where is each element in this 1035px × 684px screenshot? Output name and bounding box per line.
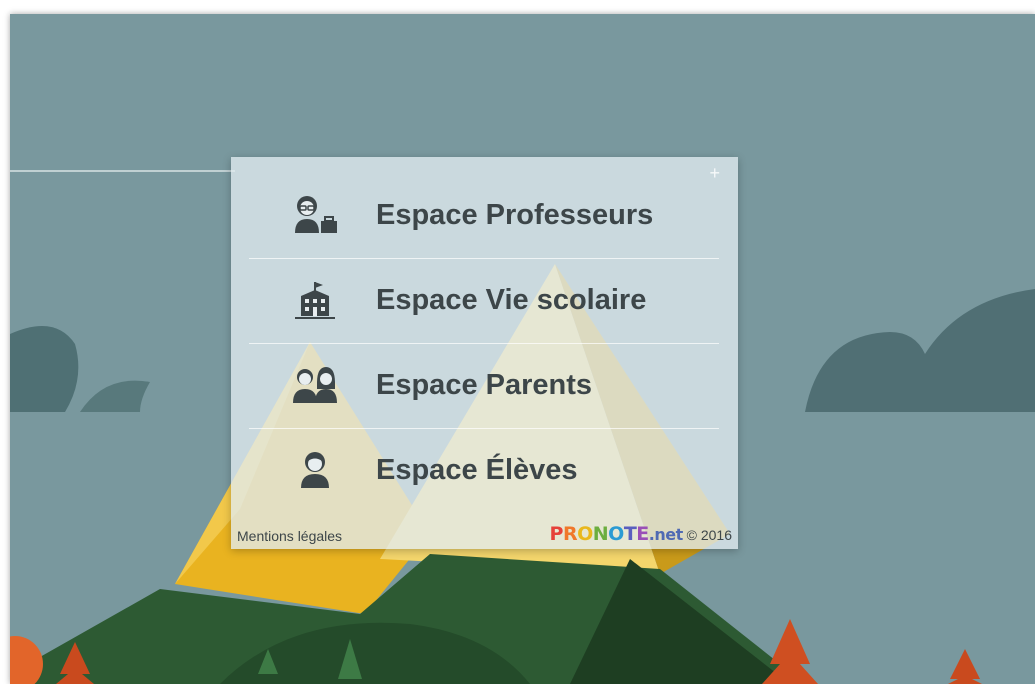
login-panel: + Espace Professeurs Espace Vie scolaire… bbox=[231, 157, 738, 549]
school-building-icon bbox=[295, 282, 335, 319]
espace-vie-scolaire-label: Espace Vie scolaire bbox=[376, 284, 647, 316]
teacher-icon bbox=[295, 196, 337, 233]
espace-professeurs-link[interactable]: Espace Professeurs bbox=[231, 173, 738, 257]
pronote-logo: PRONOTE.net bbox=[549, 523, 684, 545]
espace-parents-label: Espace Parents bbox=[376, 369, 593, 401]
parents-icon bbox=[293, 367, 337, 403]
espace-parents-link[interactable]: Espace Parents bbox=[231, 343, 738, 427]
page-frame: + Espace Professeurs Espace Vie scolaire… bbox=[10, 14, 1035, 684]
student-icon bbox=[301, 452, 329, 488]
espace-eleves-link[interactable]: Espace Élèves bbox=[231, 428, 738, 512]
mentions-legales-link[interactable]: Mentions légales bbox=[237, 528, 342, 544]
pronote-brand: PRONOTE.net © 2016 bbox=[550, 523, 732, 545]
espace-eleves-label: Espace Élèves bbox=[376, 454, 578, 486]
espace-vie-scolaire-link[interactable]: Espace Vie scolaire bbox=[231, 258, 738, 342]
copyright-text: © 2016 bbox=[686, 527, 732, 543]
espace-professeurs-label: Espace Professeurs bbox=[376, 199, 654, 231]
